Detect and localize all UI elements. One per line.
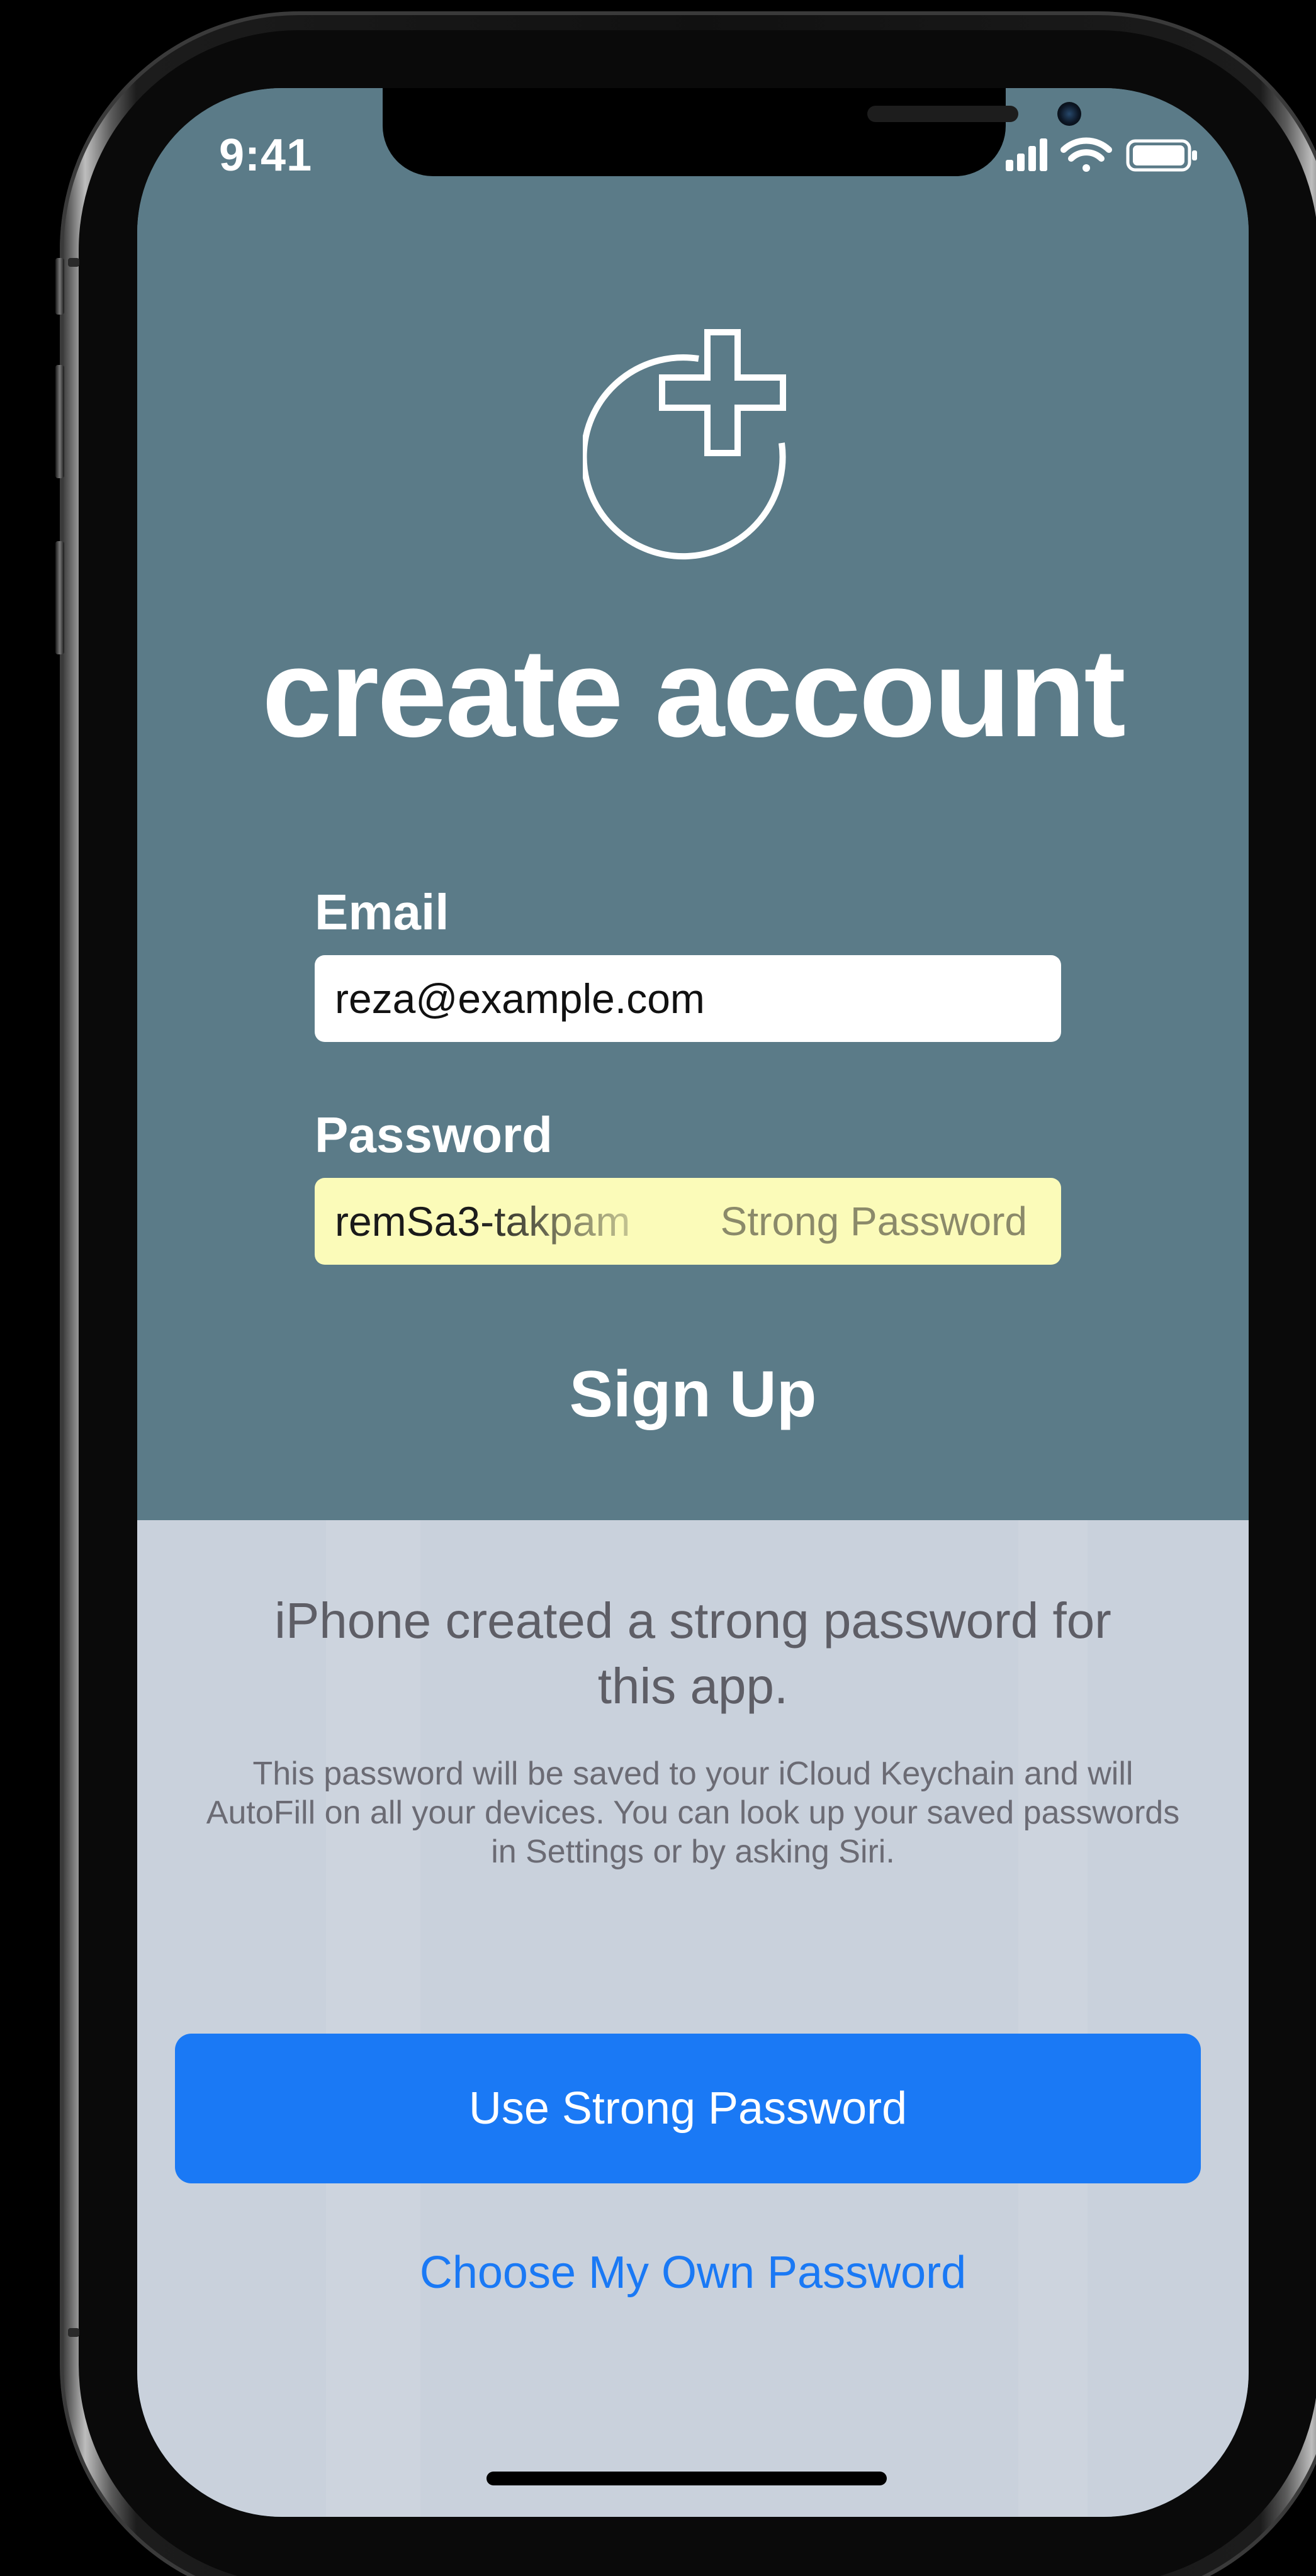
sheet-body-text: This password will be saved to your iClo… bbox=[206, 1756, 1180, 1870]
create-account-panel bbox=[137, 88, 1249, 1520]
phone-screen: 9:41 create account Email reza@example.c… bbox=[137, 88, 1249, 2517]
front-camera bbox=[1057, 102, 1081, 126]
volume-up-button bbox=[55, 365, 64, 478]
side-marker-bottom bbox=[68, 2328, 79, 2337]
use-strong-password-button[interactable]: Use Strong Password bbox=[175, 2034, 1201, 2183]
notch bbox=[383, 88, 1081, 176]
choose-own-password-button[interactable]: Choose My Own Password bbox=[137, 2246, 1249, 2299]
sheet-headline: iPhone created a strong password for thi… bbox=[137, 1588, 1249, 1719]
password-value: remSa3-takpam bbox=[335, 1198, 631, 1245]
email-value: reza@example.com bbox=[335, 975, 705, 1022]
home-indicator[interactable] bbox=[486, 2472, 887, 2485]
password-field[interactable]: remSa3-takpam Strong Password bbox=[315, 1178, 1061, 1265]
email-label: Email bbox=[315, 884, 449, 940]
device-mockup: 9:41 create account Email reza@example.c… bbox=[0, 0, 1316, 2576]
volume-down-button bbox=[55, 541, 64, 654]
battery-icon bbox=[1126, 139, 1197, 172]
status-time: 9:41 bbox=[219, 130, 313, 181]
sign-up-button[interactable]: Sign Up bbox=[137, 1357, 1249, 1433]
email-field[interactable]: reza@example.com bbox=[315, 955, 1061, 1042]
mute-switch bbox=[55, 258, 64, 315]
page-title: create account bbox=[262, 623, 1126, 763]
add-user-circle-plus-icon bbox=[583, 329, 786, 560]
side-marker-top bbox=[68, 258, 79, 267]
strong-password-badge: Strong Password bbox=[720, 1199, 1027, 1244]
earpiece-speaker bbox=[867, 106, 1018, 122]
sheet-headline-text: iPhone created a strong password for thi… bbox=[274, 1593, 1111, 1714]
wifi-icon bbox=[1060, 137, 1112, 172]
cellular-signal-icon bbox=[1006, 138, 1047, 171]
password-label: Password bbox=[315, 1107, 553, 1163]
status-icons bbox=[1006, 137, 1197, 172]
